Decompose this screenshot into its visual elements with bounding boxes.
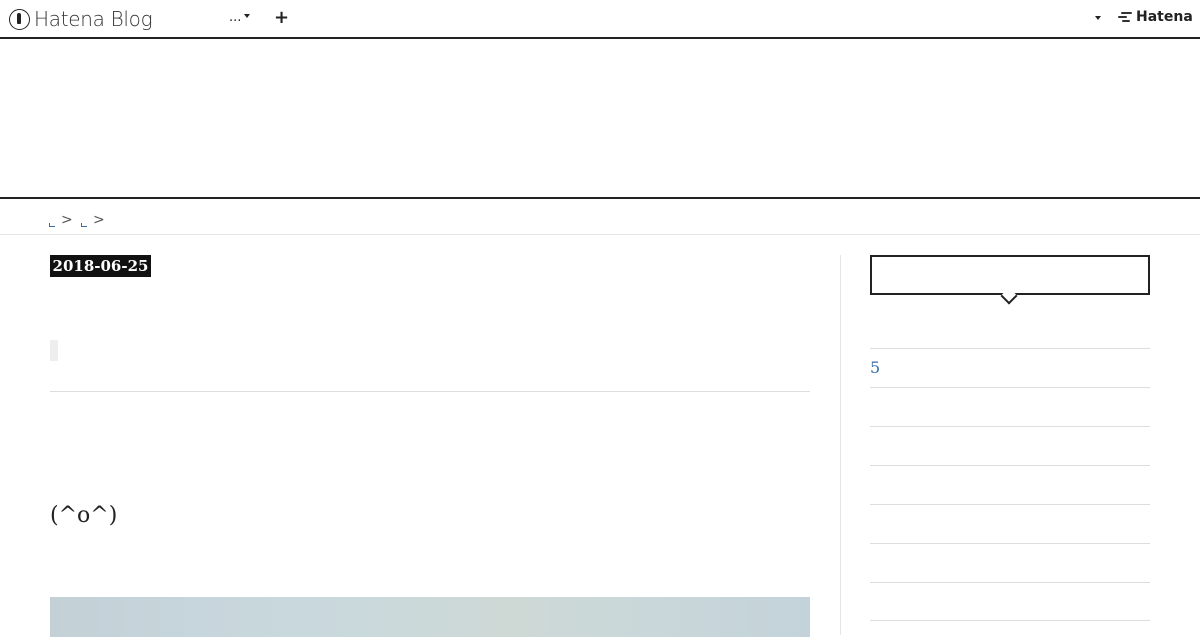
sidebar-list-item[interactable] xyxy=(870,543,1150,582)
hatena-logo-link[interactable]: Hatena xyxy=(1118,9,1193,25)
entry-category-chip[interactable] xyxy=(50,340,58,361)
column-divider xyxy=(840,255,841,635)
breadcrumb-separator: > xyxy=(61,212,73,228)
entry-photo xyxy=(50,597,810,637)
sidebar-list-item[interactable] xyxy=(870,426,1150,465)
sidebar-list-item[interactable]: 5 xyxy=(870,348,1150,387)
article-divider xyxy=(50,391,810,392)
hatena-logo-icon xyxy=(1118,11,1133,23)
brand-text: Hatena Blog xyxy=(34,7,153,31)
hatena-logo-text: Hatena xyxy=(1136,9,1193,25)
more-menu-label: ... xyxy=(229,10,242,25)
entry-body-text: (^o^) xyxy=(50,503,118,528)
hatena-blog-logo[interactable]: Hatena Blog xyxy=(9,6,153,32)
sidebar-list: 5 xyxy=(870,348,1150,621)
sidebar-list-item[interactable] xyxy=(870,465,1150,504)
sidebar-list-item[interactable] xyxy=(870,504,1150,543)
breadcrumb-link-home[interactable] xyxy=(49,223,55,227)
chevron-down-icon xyxy=(244,13,251,18)
global-header: Hatena Blog ... + Hatena xyxy=(0,0,1200,39)
entry-date[interactable]: 2018-06-25 xyxy=(50,255,151,277)
user-menu-chevron-icon[interactable] xyxy=(1095,16,1101,20)
sidebar-list-item[interactable] xyxy=(870,582,1150,621)
sidebar-list-item[interactable] xyxy=(870,387,1150,426)
add-entry-button[interactable]: + xyxy=(274,6,289,30)
breadcrumb-link-category[interactable] xyxy=(81,223,87,227)
more-menu-button[interactable]: ... xyxy=(229,10,251,25)
breadcrumb-separator: > xyxy=(93,212,105,228)
breadcrumb: > > xyxy=(0,199,1200,235)
blog-header xyxy=(0,39,1200,199)
hatena-blog-pen-icon xyxy=(9,8,30,30)
